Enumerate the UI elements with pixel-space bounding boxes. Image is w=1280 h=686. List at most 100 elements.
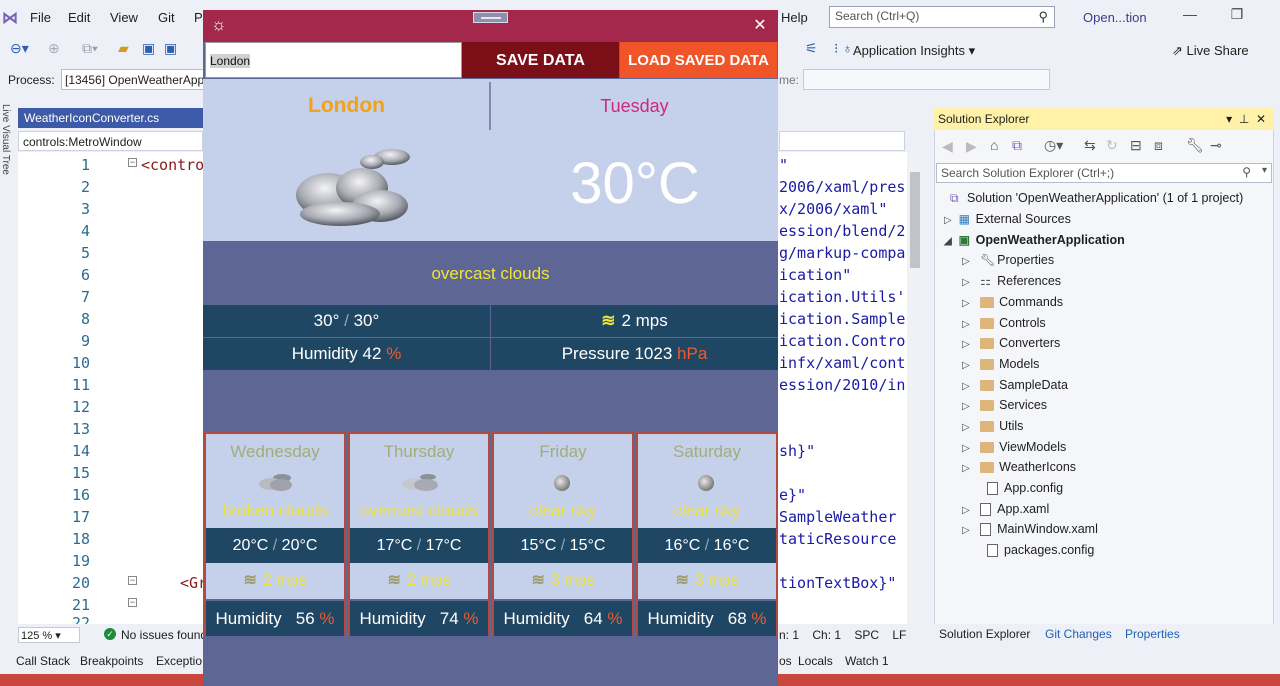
forward-icon[interactable]: ⊕ bbox=[48, 40, 60, 57]
new-item-icon[interactable]: ⧉▾ bbox=[82, 40, 98, 57]
tree-item-weathericons[interactable]: ▷ WeatherIcons bbox=[962, 460, 1076, 474]
no-issues-label[interactable]: No issues found bbox=[121, 628, 207, 642]
zoom-dropdown[interactable]: 125 % ▾ bbox=[18, 627, 80, 643]
menu-view[interactable]: View bbox=[110, 10, 138, 25]
vs-search-box[interactable]: Search (Ctrl+Q) ⚲ bbox=[829, 6, 1055, 28]
tab-properties[interactable]: Properties bbox=[1125, 627, 1180, 641]
tree-item-converters[interactable]: ▷ Converters bbox=[962, 336, 1060, 350]
expand-arrow-icon[interactable]: ▷ bbox=[962, 505, 970, 516]
forecast-description: clear sky bbox=[494, 494, 632, 528]
drag-handle[interactable] bbox=[473, 12, 508, 23]
switch-views-icon[interactable]: ⧉ bbox=[1012, 137, 1022, 154]
expand-arrow-icon[interactable]: ▷ bbox=[962, 298, 970, 309]
save-icon[interactable]: ▣ bbox=[142, 40, 155, 57]
tree-item-models[interactable]: ▷ Models bbox=[962, 357, 1039, 371]
tree-item-app-config[interactable]: App.config bbox=[987, 481, 1063, 496]
diagnostics-icon[interactable]: ⚟ bbox=[805, 40, 818, 57]
member-nav-dropdown[interactable] bbox=[779, 131, 905, 151]
back-icon[interactable]: ⊖▾ bbox=[10, 40, 29, 57]
collapse-arrow-icon[interactable]: ◢ bbox=[944, 236, 952, 247]
clear-sky-night-icon bbox=[698, 475, 714, 491]
expand-arrow-icon[interactable]: ▷ bbox=[962, 422, 970, 433]
expand-arrow-icon[interactable]: ▷ bbox=[962, 381, 970, 392]
editor-nav-dropdown[interactable]: controls:MetroWindow bbox=[18, 131, 203, 151]
expand-arrow-icon[interactable]: ▷ bbox=[962, 463, 970, 474]
tab-exceptions[interactable]: Exceptio bbox=[156, 654, 202, 668]
tree-item-controls[interactable]: ▷ Controls bbox=[962, 316, 1046, 330]
menu-git[interactable]: Git bbox=[158, 10, 175, 25]
tree-item-viewmodels[interactable]: ▷ ViewModels bbox=[962, 440, 1066, 454]
menu-file[interactable]: File bbox=[30, 10, 51, 25]
expand-arrow-icon[interactable]: ▷ bbox=[962, 525, 970, 536]
expand-arrow-icon[interactable]: ▷ bbox=[962, 339, 970, 350]
properties-wrench-icon[interactable]: 🔧︎ bbox=[1186, 137, 1204, 154]
collapse-icon[interactable]: − bbox=[128, 598, 137, 607]
save-all-icon[interactable]: ▣ bbox=[164, 40, 177, 57]
tab-git-changes[interactable]: Git Changes bbox=[1045, 627, 1112, 641]
solution-explorer-title-bar[interactable]: Solution Explorer ▾ ⊥ ✕ bbox=[934, 108, 1274, 130]
close-icon[interactable]: ✕ bbox=[750, 15, 770, 35]
tab-locals[interactable]: Locals bbox=[798, 654, 833, 668]
collapse-icon[interactable]: − bbox=[128, 576, 137, 585]
forecast-temp-min: 20°C bbox=[232, 537, 269, 554]
sync-icon[interactable]: ⇆ bbox=[1084, 137, 1096, 154]
live-visual-tree-strip[interactable] bbox=[0, 96, 18, 656]
expand-arrow-icon[interactable]: ▷ bbox=[962, 319, 970, 330]
stack-frame-dropdown[interactable] bbox=[803, 69, 1050, 90]
panel-pin-close-icons[interactable]: ▾ ⊥ ✕ bbox=[1226, 112, 1266, 126]
editor-tab[interactable]: WeatherIconConverter.cs bbox=[18, 108, 203, 128]
refresh-icon[interactable]: ↻ bbox=[1106, 137, 1118, 154]
live-visual-tree-label[interactable]: Live Visual Tree bbox=[0, 104, 11, 175]
solution-explorer-search[interactable]: Search Solution Explorer (Ctrl+;) ⚲ ▾ bbox=[936, 163, 1272, 183]
external-sources-node[interactable]: ▷ ▦ External Sources bbox=[944, 212, 1071, 226]
restore-icon[interactable]: ❐ bbox=[1222, 6, 1252, 28]
forecast-temperature: 17°C / 17°C bbox=[350, 528, 488, 563]
load-saved-data-button[interactable]: LOAD SAVED DATA bbox=[620, 42, 777, 78]
tree-item-sampledata[interactable]: ▷ SampleData bbox=[962, 378, 1068, 392]
forward-icon[interactable]: ▶ bbox=[966, 138, 977, 155]
tree-item-packages-config[interactable]: packages.config bbox=[987, 543, 1094, 558]
tab-watch-1[interactable]: Watch 1 bbox=[845, 654, 889, 668]
city-input[interactable]: London bbox=[205, 42, 462, 78]
process-dropdown[interactable]: [13456] OpenWeatherApplication bbox=[61, 69, 204, 90]
expand-arrow-icon[interactable]: ▷ bbox=[944, 215, 952, 226]
expand-arrow-icon[interactable]: ▷ bbox=[962, 277, 970, 288]
tree-item-app-xaml[interactable]: ▷ App.xaml bbox=[962, 502, 1049, 517]
expand-arrow-icon[interactable]: ▷ bbox=[962, 360, 970, 371]
expand-arrow-icon[interactable]: ▷ bbox=[962, 401, 970, 412]
expand-arrow-icon[interactable]: ▷ bbox=[962, 256, 970, 267]
pending-changes-icon[interactable]: ◷▾ bbox=[1044, 137, 1063, 154]
open-folder-icon[interactable]: ▰ bbox=[118, 40, 129, 57]
menu-edit[interactable]: Edit bbox=[68, 10, 90, 25]
tab-autos[interactable]: os bbox=[779, 654, 792, 668]
code-fragment: ication.Contro bbox=[779, 332, 906, 350]
tree-item-utils[interactable]: ▷ Utils bbox=[962, 419, 1023, 433]
tab-solution-explorer[interactable]: Solution Explorer bbox=[939, 627, 1030, 641]
application-insights-button[interactable]: Application Insights ▾ bbox=[853, 43, 975, 59]
home-icon[interactable]: ⌂ bbox=[990, 137, 998, 153]
save-data-button[interactable]: SAVE DATA bbox=[462, 42, 619, 78]
project-node[interactable]: ◢ ▣ OpenWeatherApplication bbox=[944, 233, 1125, 247]
live-share-button[interactable]: ⇗ Live Share bbox=[1172, 43, 1249, 59]
tab-breakpoints[interactable]: Breakpoints bbox=[80, 654, 143, 668]
tab-call-stack[interactable]: Call Stack bbox=[16, 654, 70, 668]
menu-project[interactable]: P bbox=[194, 10, 203, 25]
tree-item-commands[interactable]: ▷ Commands bbox=[962, 295, 1063, 309]
preview-icon[interactable]: ⊸ bbox=[1210, 137, 1222, 154]
forecast-card: Saturday clear sky 16°C / 16°C ≋ 3 mps Hu… bbox=[636, 432, 778, 636]
minimize-icon[interactable]: — bbox=[1175, 6, 1205, 28]
tree-item-references[interactable]: ▷ ⚏ References bbox=[962, 274, 1061, 288]
search-options-icon[interactable]: ▾ bbox=[1262, 165, 1267, 176]
tree-item-label: Properties bbox=[997, 253, 1055, 267]
tree-item-mainwindow-xaml[interactable]: ▷ MainWindow.xaml bbox=[962, 522, 1098, 537]
tree-item-properties[interactable]: ▷ 🔧︎ Properties bbox=[962, 253, 1054, 267]
solution-node[interactable]: ⧉ Solution 'OpenWeatherApplication' (1 of… bbox=[950, 191, 1243, 206]
tree-item-services[interactable]: ▷ Services bbox=[962, 398, 1047, 412]
editor-scrollbar-thumb[interactable] bbox=[910, 172, 920, 268]
collapse-all-icon[interactable]: ⊟ bbox=[1130, 137, 1142, 154]
menu-help[interactable]: Help bbox=[781, 10, 808, 25]
expand-arrow-icon[interactable]: ▷ bbox=[962, 443, 970, 454]
collapse-icon[interactable]: − bbox=[128, 158, 137, 167]
back-icon[interactable]: ◀ bbox=[942, 138, 953, 155]
show-all-files-icon[interactable]: ⧈ bbox=[1154, 137, 1163, 154]
